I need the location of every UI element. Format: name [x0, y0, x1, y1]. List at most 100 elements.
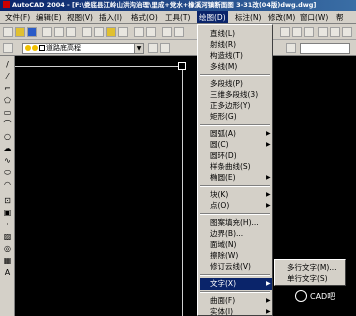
layer-dropdown[interactable]: 道路底高程 ▼: [22, 43, 144, 54]
menu-item-revision-cloud[interactable]: 修订云线(V): [210, 261, 251, 272]
window-title-bar[interactable]: AutoCAD 2004 - [F:\娄底县江岭山洪沟治理\里成+党水+橡溪河镇…: [0, 0, 356, 11]
paste-icon[interactable]: [106, 27, 116, 37]
rectangle-icon[interactable]: ▭: [2, 107, 13, 118]
menu-modify[interactable]: 修改(M): [266, 11, 297, 23]
submenu-arrow-icon: ▶: [266, 130, 271, 137]
menu-item-solids[interactable]: 实体(I): [210, 306, 233, 316]
draw-menu-dropdown: 直线(L) 射线(R) 构造线(T) 多线(M) 多段线(P) 三维多段线(3)…: [197, 24, 273, 316]
help-icon[interactable]: [342, 27, 352, 37]
redo-icon[interactable]: [146, 27, 156, 37]
menu-item-ellipse[interactable]: 椭圆(E): [210, 172, 236, 183]
menu-item-boundary[interactable]: 边界(B)...: [210, 228, 243, 239]
submenu-arrow-icon: ▶: [266, 191, 271, 198]
menu-item-rectangle[interactable]: 矩形(G): [210, 111, 237, 122]
menu-item-polyline[interactable]: 多段线(P): [210, 78, 243, 89]
line-icon[interactable]: /: [2, 59, 13, 70]
menu-format[interactable]: 格式(O): [129, 11, 160, 23]
make-object-layer-current-icon[interactable]: [148, 43, 158, 53]
layer-thaw-icon: [32, 45, 38, 51]
menu-item-multiline[interactable]: 多线(M): [210, 61, 237, 72]
construction-line-icon[interactable]: ⁄: [2, 71, 13, 82]
new-file-icon[interactable]: [3, 27, 13, 37]
zoom-icon[interactable]: [174, 27, 184, 37]
submenu-arrow-icon: ▶: [266, 297, 271, 304]
insert-block-icon[interactable]: ⊡: [2, 195, 13, 206]
menu-draw[interactable]: 绘图(D): [197, 11, 228, 23]
print-icon[interactable]: [42, 27, 52, 37]
menu-item-3d-polyline[interactable]: 三维多段线(3): [210, 89, 258, 100]
menu-item-donut[interactable]: 圆环(D): [210, 150, 237, 161]
multiline-text-icon[interactable]: A: [2, 267, 13, 278]
menu-view[interactable]: 视图(V): [65, 11, 95, 23]
submenu-arrow-icon: ▶: [266, 202, 271, 209]
wechat-logo-icon: [295, 290, 307, 302]
table-icon[interactable]: ▦: [2, 255, 13, 266]
menu-help[interactable]: 帮: [334, 11, 346, 23]
spline-icon[interactable]: ∿: [2, 155, 13, 166]
cut-icon[interactable]: [82, 27, 92, 37]
menu-insert[interactable]: 插入(I): [97, 11, 124, 23]
menu-item-point[interactable]: 点(O): [210, 200, 229, 211]
copy-icon[interactable]: [94, 27, 104, 37]
menu-item-line[interactable]: 直线(L): [210, 28, 235, 39]
menu-dimension[interactable]: 标注(N): [233, 11, 263, 23]
menu-edit[interactable]: 编辑(E): [34, 11, 64, 23]
menu-item-polygon[interactable]: 正多边形(Y): [210, 100, 250, 111]
polygon-icon[interactable]: ⬠: [2, 95, 13, 106]
layer-previous-icon[interactable]: [160, 43, 170, 53]
crosshair-vertical: [182, 70, 183, 316]
watermark-text: CAD吧: [310, 292, 336, 301]
menu-separator: [200, 213, 270, 215]
undo-icon[interactable]: [134, 27, 144, 37]
text-submenu: 多行文字(M)... 单行文字(S): [274, 259, 346, 286]
color-dropdown[interactable]: [300, 43, 350, 54]
hatch-icon[interactable]: ▨: [2, 231, 13, 242]
layer-manager-icon[interactable]: [3, 43, 13, 53]
menu-item-region[interactable]: 面域(N): [210, 239, 236, 250]
layer-on-icon: [25, 45, 31, 51]
pan-icon[interactable]: [162, 27, 172, 37]
plot-preview-icon[interactable]: [54, 27, 64, 37]
revision-cloud-icon[interactable]: ☁: [2, 143, 13, 154]
region-icon[interactable]: ◎: [2, 243, 13, 254]
match-properties-icon[interactable]: [118, 27, 128, 37]
menu-file[interactable]: 文件(F): [3, 11, 32, 23]
polyline-icon[interactable]: ⌐: [2, 83, 13, 94]
menu-item-spline[interactable]: 样条曲线(S): [210, 161, 251, 172]
standard-toolbar: [0, 24, 356, 40]
ellipse-icon[interactable]: ⬭: [2, 167, 13, 178]
menu-item-multiline-text[interactable]: 多行文字(M)...: [287, 262, 336, 273]
menu-tools[interactable]: 工具(T): [163, 11, 192, 23]
menu-item-circle[interactable]: 圆(C): [210, 139, 229, 150]
open-file-icon[interactable]: [15, 27, 25, 37]
menu-item-hatch[interactable]: 图案填充(H)...: [210, 217, 259, 228]
publish-icon[interactable]: [66, 27, 76, 37]
submenu-arrow-icon: ▶: [266, 308, 271, 315]
chevron-down-icon[interactable]: ▼: [134, 44, 143, 53]
properties-icon[interactable]: [280, 27, 290, 37]
design-center-icon[interactable]: [292, 27, 302, 37]
dbconnect-icon[interactable]: [318, 27, 328, 37]
arc-icon[interactable]: ⌒: [2, 119, 13, 130]
autocad-app-icon: [3, 1, 10, 8]
menu-item-block[interactable]: 块(K): [210, 189, 228, 200]
crosshair-horizontal: [15, 66, 179, 67]
tool-palettes-icon[interactable]: [304, 27, 314, 37]
menu-item-single-line-text[interactable]: 单行文字(S): [287, 273, 328, 284]
menu-item-text[interactable]: 文字(X): [210, 278, 236, 289]
menu-item-surfaces[interactable]: 曲面(F): [210, 295, 235, 306]
menu-window[interactable]: 窗口(W): [298, 11, 330, 23]
save-icon[interactable]: [27, 27, 37, 37]
menu-item-construction-line[interactable]: 构造线(T): [210, 50, 243, 61]
submenu-arrow-icon: ▶: [266, 280, 271, 287]
menu-bar: 文件(F) 编辑(E) 视图(V) 插入(I) 格式(O) 工具(T) 绘图(D…: [0, 11, 356, 24]
menu-item-wipeout[interactable]: 擦除(W): [210, 250, 238, 261]
menu-item-ray[interactable]: 射线(R): [210, 39, 236, 50]
menu-item-arc[interactable]: 圆弧(A): [210, 128, 236, 139]
make-block-icon[interactable]: ▣: [2, 207, 13, 218]
point-icon[interactable]: ·: [2, 219, 13, 230]
ellipse-arc-icon[interactable]: ◠: [2, 179, 13, 190]
circle-icon[interactable]: ○: [2, 131, 13, 142]
layer-color-icon: [39, 45, 45, 51]
markup-icon[interactable]: [330, 27, 340, 37]
